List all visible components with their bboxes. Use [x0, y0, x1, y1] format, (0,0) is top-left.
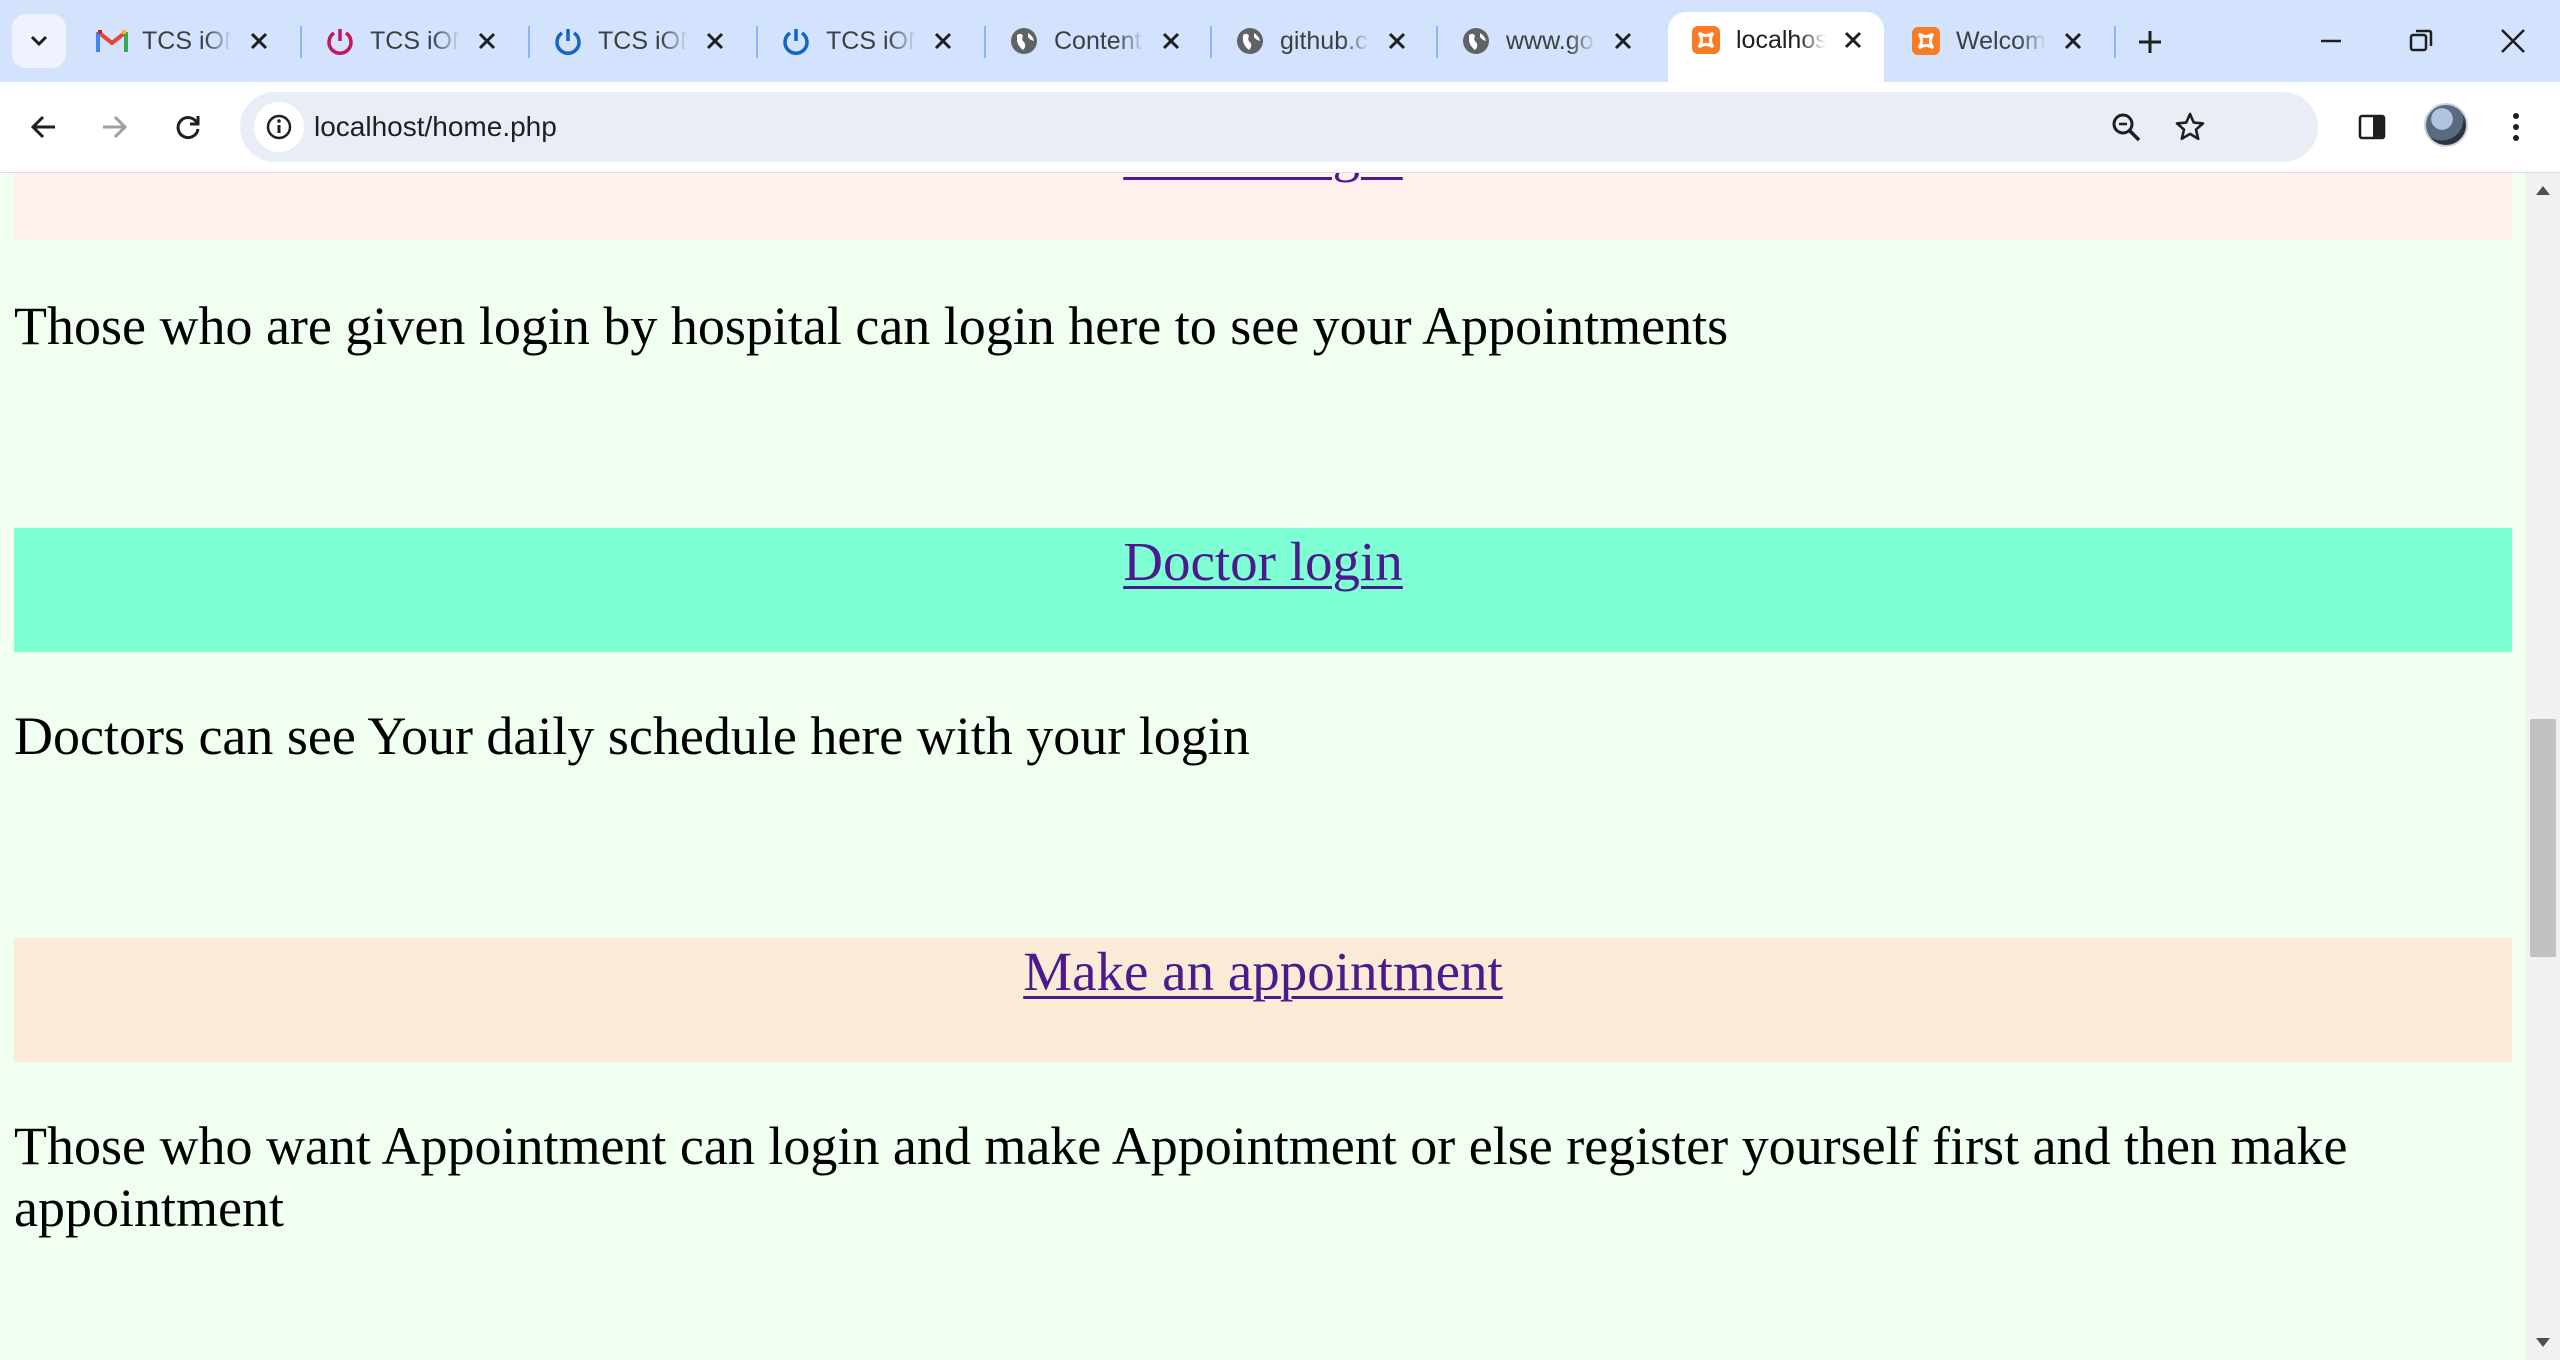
tab-title: github.c [1280, 26, 1368, 55]
window-close-button[interactable] [2478, 14, 2548, 68]
browser-tab[interactable]: TCS iON [302, 14, 502, 68]
reload-button[interactable] [162, 101, 214, 153]
browser-tab[interactable]: TCS iON [530, 14, 730, 68]
tab-title: Content [1054, 26, 1142, 55]
browser-tab-active[interactable]: localhos [1668, 12, 1884, 82]
arrow-right-icon [103, 115, 128, 139]
xampp-icon [1690, 24, 1722, 56]
browser-tab[interactable]: github.c [1212, 14, 1412, 68]
browser-tab[interactable]: Content [986, 14, 1186, 68]
close-icon[interactable] [928, 26, 958, 56]
bookmark-button[interactable] [2164, 101, 2216, 153]
scroll-up-button[interactable] [2526, 173, 2560, 207]
info-icon [266, 114, 292, 140]
appointment-description: Those who want Appointment can login and… [14, 1116, 2348, 1238]
plus-icon [2139, 31, 2161, 53]
browser-tab[interactable]: www.go [1438, 14, 1638, 68]
close-icon[interactable] [472, 26, 502, 56]
tab-title: TCS iON [826, 26, 916, 55]
globe-icon [1008, 25, 1040, 57]
zoom-button[interactable] [2100, 101, 2152, 153]
triangle-down-icon [2536, 1338, 2550, 1347]
scroll-down-button[interactable] [2526, 1326, 2560, 1360]
doctor-login-description: Doctors can see Your daily schedule here… [14, 706, 1250, 766]
restore-button[interactable] [2386, 14, 2456, 68]
tab-title: localhos [1736, 25, 1826, 54]
tab-separator [2114, 26, 2116, 58]
star-icon [2175, 112, 2205, 141]
side-panel-icon [2358, 114, 2386, 140]
tab-title: TCS iON [370, 26, 460, 55]
restore-icon [2409, 29, 2433, 52]
forward-button[interactable] [88, 101, 140, 153]
xampp-icon [1910, 25, 1942, 57]
appointment-band: Make an appointment [14, 938, 2512, 1062]
menu-button[interactable] [2490, 101, 2542, 153]
page-viewport: Patient login Those who are given login … [0, 173, 2526, 1360]
vertical-scrollbar[interactable] [2526, 173, 2560, 1360]
tab-title: www.go [1506, 26, 1594, 55]
doctor-login-band: Doctor login [14, 528, 2512, 652]
close-icon[interactable] [1838, 25, 1868, 55]
patient-login-description: Those who are given login by hospital ca… [14, 296, 1729, 356]
arrow-left-icon [30, 115, 55, 139]
site-info-button[interactable] [254, 102, 304, 152]
close-icon [2501, 29, 2525, 53]
close-icon[interactable] [2058, 26, 2088, 56]
scrollbar-thumb[interactable] [2530, 719, 2556, 957]
triangle-up-icon [2536, 186, 2550, 195]
tab-title: TCS iON [598, 26, 688, 55]
minimize-icon [2321, 39, 2341, 43]
tcs-ion-power-icon [780, 25, 812, 57]
tab-title: TCS iON [142, 26, 232, 55]
profile-avatar[interactable] [2424, 103, 2468, 147]
doctor-login-link[interactable]: Doctor login [1123, 530, 1403, 593]
browser-tab[interactable]: TCS iON [758, 14, 958, 68]
close-icon[interactable] [244, 26, 274, 56]
zoom-icon [2112, 113, 2141, 142]
reload-icon [176, 116, 200, 139]
patient-login-link[interactable]: Patient login [1123, 173, 1403, 184]
close-icon[interactable] [1608, 26, 1638, 56]
tab-title: Welcom [1956, 26, 2046, 55]
globe-icon [1460, 25, 1492, 57]
side-panel-button[interactable] [2346, 101, 2398, 153]
back-button[interactable] [18, 101, 70, 153]
address-url[interactable]: localhost/home.php [314, 111, 557, 143]
tab-strip: TCS iON TCS iON TCS iON TCS iON Content [0, 0, 2560, 82]
close-icon[interactable] [1156, 26, 1186, 56]
browser-tab[interactable]: TCS iON [74, 14, 274, 68]
globe-icon [1234, 25, 1266, 57]
minimize-button[interactable] [2296, 14, 2366, 68]
browser-tab[interactable]: Welcom [1888, 14, 2088, 68]
make-appointment-link[interactable]: Make an appointment [1023, 940, 1503, 1003]
tcs-ion-power-icon [552, 25, 584, 57]
chevron-down-icon [30, 35, 48, 47]
address-bar[interactable]: localhost/home.php [240, 92, 2318, 162]
close-icon[interactable] [700, 26, 730, 56]
patient-login-band: Patient login [14, 173, 2512, 239]
tab-search-button[interactable] [12, 14, 66, 68]
gmail-icon [96, 25, 128, 57]
tcs-ion-power-icon [324, 25, 356, 57]
new-tab-button[interactable] [2128, 20, 2172, 64]
close-icon[interactable] [1382, 26, 1412, 56]
more-vert-icon [2513, 113, 2519, 141]
browser-toolbar: localhost/home.php [0, 82, 2560, 173]
